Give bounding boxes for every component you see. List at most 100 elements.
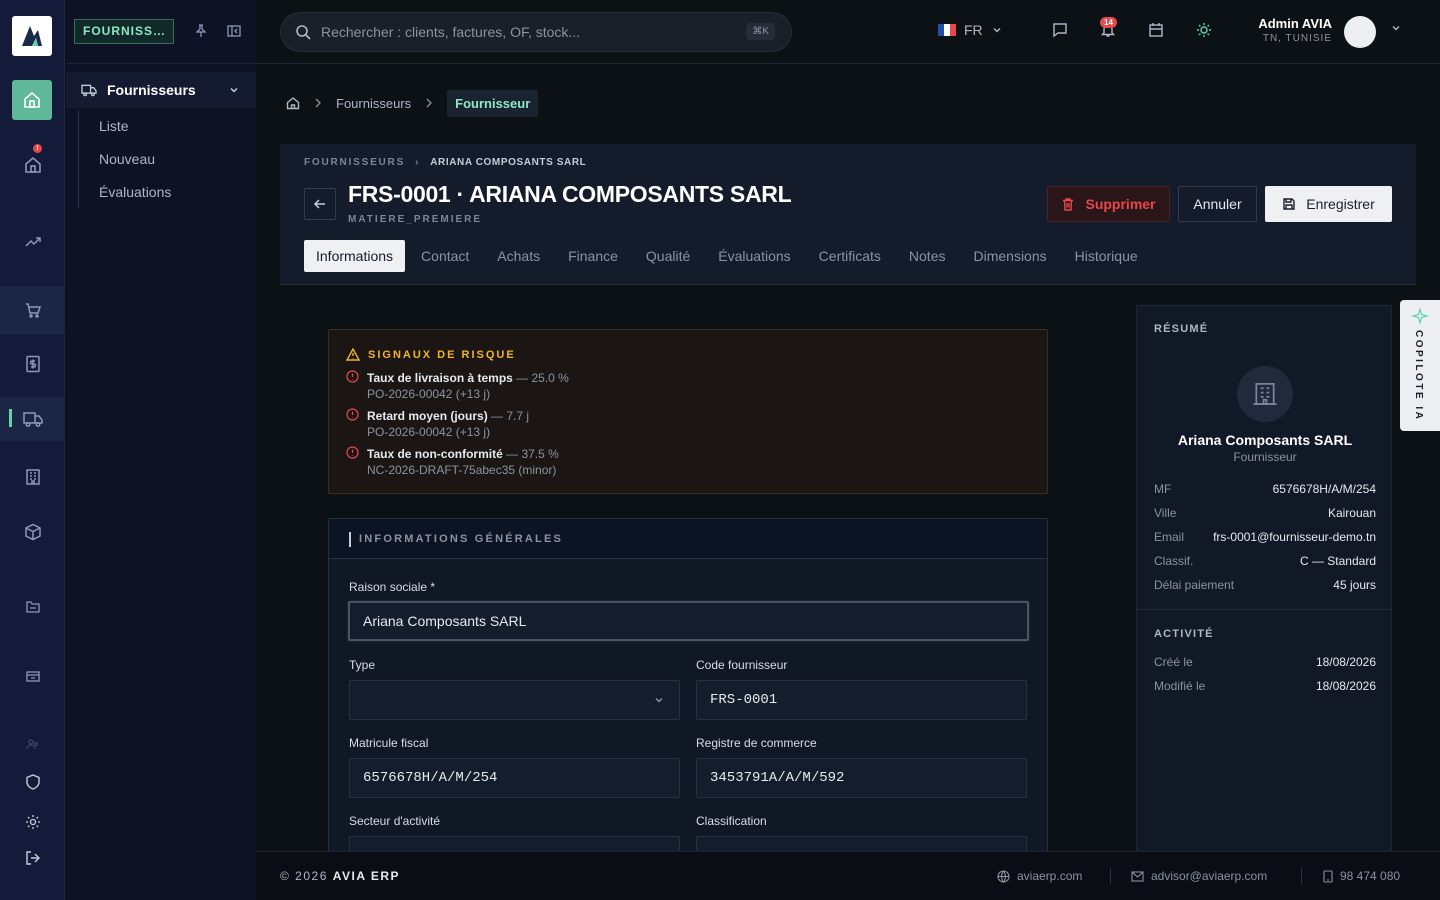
truck-icon[interactable] (0, 397, 65, 441)
header-crumb-parent[interactable]: FOURNISSEURS (304, 157, 405, 168)
notification-count-badge: 14 (1100, 17, 1117, 28)
user-location: TN, TUNISIE (1262, 33, 1332, 44)
phone-icon (1323, 869, 1333, 883)
chevron-right-icon (425, 98, 433, 108)
risk-item: Taux de non-conformité — 37.5 % NC-2026-D… (346, 446, 559, 478)
user-name: Admin AVIA (1258, 16, 1332, 31)
code-label: Code fournisseur (696, 658, 788, 672)
risk-label: Taux de livraison à temps (367, 371, 513, 385)
cart-icon[interactable] (0, 286, 65, 334)
risk-ref[interactable]: PO-2026-00042 (+13 j) (367, 387, 490, 401)
tab-contact[interactable]: Contact (409, 240, 481, 272)
matricule-label: Matricule fiscal (349, 736, 429, 750)
sidebar-item-evaluations[interactable]: Évaluations (99, 184, 171, 200)
logout-icon[interactable] (0, 848, 65, 868)
activity-title: ACTIVITÉ (1154, 628, 1214, 640)
icon-rail: ! (0, 0, 65, 900)
type-select[interactable] (349, 680, 680, 720)
tab-achats[interactable]: Achats (485, 240, 552, 272)
copilot-tab[interactable]: COPILOTE IA (1400, 300, 1440, 431)
risk-ref[interactable]: PO-2026-00042 (+13 j) (367, 425, 490, 439)
main-content: Fournisseurs Fournisseur FOURNISSEURS › … (256, 65, 1440, 851)
registre-label: Registre de commerce (696, 736, 817, 750)
risk-value: — 25.0 % (512, 371, 569, 385)
risk-signals-panel: SIGNAUX DE RISQUE Taux de livraison à te… (328, 329, 1048, 494)
tab-notes[interactable]: Notes (897, 240, 958, 272)
secteur-field[interactable]: Activité principale (349, 836, 680, 851)
alert-circle-icon (346, 408, 359, 440)
alert-circle-icon (346, 370, 359, 402)
settings-icon[interactable] (0, 812, 65, 832)
code-field[interactable]: FRS-0001 (696, 680, 1027, 720)
global-search[interactable]: ⌘K (280, 12, 792, 52)
record-tabs: Informations Contact Achats Finance Qual… (304, 240, 1154, 272)
package-icon[interactable] (0, 510, 65, 554)
arrow-left-icon (313, 197, 327, 211)
risk-ref[interactable]: NC-2026-DRAFT-75abec35 (minor) (367, 463, 556, 477)
cancel-button[interactable]: Annuler (1178, 186, 1257, 222)
sidebar-item-nouveau[interactable]: Nouveau (99, 151, 155, 167)
search-input[interactable] (321, 24, 741, 40)
collapse-sidebar-icon[interactable] (227, 24, 241, 38)
classification-select[interactable] (696, 836, 1027, 851)
chevron-down-icon (653, 694, 665, 706)
home-button[interactable] (12, 80, 52, 120)
tab-qualite[interactable]: Qualité (634, 240, 702, 272)
tree-line (78, 110, 79, 208)
raison-sociale-field[interactable]: Ariana Composants SARL (348, 601, 1029, 641)
trending-icon[interactable] (0, 222, 65, 262)
search-icon (295, 24, 311, 40)
footer-email-link[interactable]: advisor@aviaerp.com (1131, 869, 1267, 883)
footer-site-link[interactable]: aviaerp.com (997, 869, 1082, 883)
risk-value: — 7.7 j (487, 409, 530, 423)
pin-icon[interactable] (194, 24, 208, 38)
chat-icon[interactable] (1052, 22, 1068, 38)
summary-row: Ville Kairouan (1154, 506, 1376, 520)
users-icon[interactable] (0, 736, 65, 752)
activity-row: Créé le 18/08/2026 (1154, 655, 1376, 669)
language-selector[interactable]: FR (938, 22, 1003, 38)
summary-role: Fournisseur (1233, 450, 1297, 464)
alert-circle-icon (346, 446, 359, 478)
top-bar: ⌘K FR 14 Admin AVIA TN, TUNISIE (256, 0, 1440, 64)
save-button[interactable]: Enregistrer (1265, 186, 1392, 222)
invoice-icon[interactable] (0, 342, 65, 386)
tab-informations[interactable]: Informations (304, 240, 406, 272)
tab-dimensions[interactable]: Dimensions (961, 240, 1058, 272)
dashboard-icon[interactable] (0, 145, 65, 185)
tab-finance[interactable]: Finance (556, 240, 630, 272)
avatar[interactable] (1344, 16, 1376, 48)
breadcrumb-fournisseurs[interactable]: Fournisseurs (336, 96, 411, 111)
footer-phone[interactable]: 98 474 080 (1323, 869, 1400, 883)
delete-button[interactable]: Supprimer (1047, 186, 1170, 222)
home-icon[interactable] (286, 96, 300, 110)
matricule-field[interactable]: 6576678H/A/M/254 (349, 758, 680, 798)
archive-icon[interactable] (0, 666, 65, 686)
summary-row: Délai paiement 45 jours (1154, 578, 1376, 592)
summary-row: Email frs-0001@fournisseur-demo.tn (1154, 530, 1376, 544)
module-badge[interactable]: FOURNISS… (74, 19, 174, 44)
folder-icon[interactable] (0, 597, 65, 617)
app-logo[interactable] (12, 16, 52, 56)
tab-historique[interactable]: Historique (1063, 240, 1150, 272)
shortcut-hint: ⌘K (746, 23, 775, 40)
back-button[interactable] (304, 188, 336, 220)
france-flag-icon (938, 24, 956, 36)
shield-icon[interactable] (0, 772, 65, 792)
card-header: INFORMATIONS GÉNÉRALES (329, 519, 1047, 559)
sidebar-group-fournisseurs[interactable]: Fournisseurs (66, 72, 256, 108)
theme-toggle-sun-icon[interactable] (1196, 22, 1212, 38)
building-icon[interactable] (0, 455, 65, 499)
type-label: Type (349, 658, 376, 672)
calendar-icon[interactable] (1148, 22, 1164, 38)
user-menu[interactable]: Admin AVIA TN, TUNISIE (1258, 16, 1332, 44)
tab-certificats[interactable]: Certificats (807, 240, 893, 272)
chevron-down-icon[interactable] (1390, 22, 1402, 34)
tab-evaluations[interactable]: Évaluations (706, 240, 802, 272)
breadcrumb-current: Fournisseur (447, 89, 539, 117)
page-title: FRS-0001 · ARIANA COMPOSANTS SARL (348, 181, 792, 207)
sidebar-item-liste[interactable]: Liste (99, 118, 129, 134)
registre-field[interactable]: 3453791A/A/M/592 (696, 758, 1027, 798)
risk-value: — 37.5 % (502, 447, 559, 461)
record-header: FOURNISSEURS › ARIANA COMPOSANTS SARL FR… (280, 144, 1416, 285)
